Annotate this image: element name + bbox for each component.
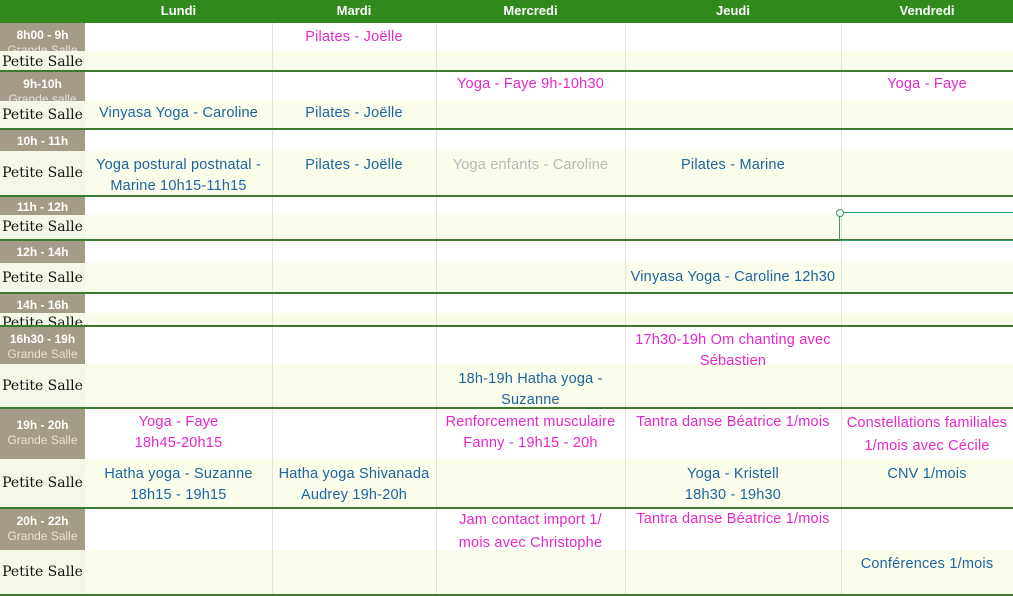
event-cell[interactable]: 18h-19h Hatha yoga - Suzanne xyxy=(436,369,625,407)
header-day-lundi[interactable]: Lundi xyxy=(85,0,272,23)
time-range: 11h - 12h xyxy=(16,200,69,214)
time-label: 16h30 - 19h Grande Salle xyxy=(0,327,85,364)
time-range: 20h - 22h xyxy=(16,514,69,528)
event-line: Yoga postural postnatal - xyxy=(96,157,261,173)
row-bg xyxy=(85,51,1013,70)
room-name: Grande Salle xyxy=(7,433,78,447)
header-corner xyxy=(0,0,85,23)
row-separator xyxy=(0,292,1013,294)
event-line: 1/mois avec Cécile xyxy=(864,438,990,454)
row-bg xyxy=(85,241,1013,263)
time-label: 11h - 12h xyxy=(0,197,85,215)
row-bg xyxy=(85,327,1013,364)
event-line: Yoga - Kristell xyxy=(687,466,779,482)
row-separator xyxy=(0,128,1013,130)
time-range: 9h-10h xyxy=(23,77,62,91)
selection-handle[interactable] xyxy=(836,209,844,217)
event-line: 18h-19h Hatha yoga - xyxy=(458,371,603,387)
event-cell[interactable]: CNV 1/mois xyxy=(841,464,1013,485)
event-cell[interactable]: Yoga enfants - Caroline xyxy=(436,155,625,176)
room-name: Grande Salle xyxy=(7,529,78,543)
event-cell[interactable]: Yoga - Faye 9h-10h30 xyxy=(436,74,625,95)
event-cell[interactable]: Yoga postural postnatal - Marine 10h15-1… xyxy=(85,155,272,197)
row-separator xyxy=(0,70,1013,72)
event-cell[interactable]: Tantra danse Béatrice 1/mois xyxy=(625,412,841,433)
room-name: Grande salle xyxy=(8,92,77,101)
event-line: Yoga - Faye xyxy=(138,414,219,430)
event-cell[interactable]: Pilates - Marine xyxy=(625,155,841,176)
time-label: 10h - 11h xyxy=(0,130,85,151)
event-cell[interactable]: Jam contact import 1/ mois avec Christop… xyxy=(436,509,625,555)
event-line: 18h30 - 19h30 xyxy=(684,487,782,503)
row-separator xyxy=(0,407,1013,409)
room-label: Petite Salle xyxy=(0,51,85,70)
time-label: 19h - 20h Grande Salle xyxy=(0,409,85,459)
event-cell[interactable]: Yoga - Faye xyxy=(841,74,1013,97)
time-range: 14h - 16h xyxy=(16,298,69,312)
header-day-jeudi[interactable]: Jeudi xyxy=(625,0,841,23)
event-cell[interactable]: Vinyasa Yoga - Caroline xyxy=(85,103,272,124)
time-range: 8h00 - 9h xyxy=(16,28,69,42)
room-label: Petite Salle xyxy=(0,550,85,594)
event-cell[interactable]: Yoga - Faye 18h45-20h15 xyxy=(85,412,272,454)
room-label: Petite Salle xyxy=(0,364,85,407)
room-label: Petite Salle xyxy=(0,459,85,507)
time-label: 12h - 14h xyxy=(0,241,85,263)
event-cell[interactable]: Renforcement musculaire Fanny - 19h15 - … xyxy=(436,412,625,454)
room-label: Petite Salle xyxy=(0,215,85,239)
time-label: 14h - 16h xyxy=(0,294,85,313)
room-label: Petite Salle xyxy=(0,151,85,195)
event-cell[interactable]: Pilates - Joëlle xyxy=(272,103,436,124)
row-bg xyxy=(85,294,1013,313)
column-divider xyxy=(841,23,842,596)
room-label: Petite Salle xyxy=(0,313,85,325)
event-line: 18h15 - 19h15 xyxy=(130,487,227,503)
header-day-vendredi[interactable]: Vendredi xyxy=(841,0,1013,23)
event-line: Renforcement musculaire xyxy=(445,414,616,430)
event-cell[interactable]: 17h30-19h Om chanting avec Sébastien xyxy=(625,330,841,366)
header-day-mercredi[interactable]: Mercredi xyxy=(436,0,625,23)
event-line: Suzanne xyxy=(501,392,560,407)
row-bg xyxy=(85,23,1013,51)
time-range: 12h - 14h xyxy=(16,245,69,259)
row-separator xyxy=(0,325,1013,327)
event-line: Hatha yoga - Suzanne xyxy=(104,466,253,482)
row-bg xyxy=(85,130,1013,151)
event-cell[interactable]: Tantra danse Béatrice 1/mois xyxy=(625,509,841,530)
event-line: Hatha yoga Shivanada xyxy=(278,466,430,482)
event-line: Audrey 19h-20h xyxy=(301,487,407,503)
event-line: Jam contact import 1/ xyxy=(459,512,602,528)
room-name: Grande Salle xyxy=(7,347,78,361)
event-line: 18h45-20h15 xyxy=(134,435,223,451)
room-name: Grande Salle xyxy=(7,43,78,51)
event-line: mois avec Christophe xyxy=(458,535,603,551)
event-cell[interactable]: Constellations familiales 1/mois avec Cé… xyxy=(841,412,1013,458)
event-cell[interactable]: Conférences 1/mois xyxy=(841,554,1013,575)
event-line: Constellations familiales xyxy=(846,415,1008,431)
row-bg xyxy=(85,313,1013,325)
time-label: 8h00 - 9h Grande Salle xyxy=(0,23,85,51)
time-label: 9h-10h Grande salle xyxy=(0,72,85,101)
event-cell[interactable]: Yoga - Kristell 18h30 - 19h30 xyxy=(625,464,841,506)
event-line: 17h30-19h Om chanting avec xyxy=(635,332,831,348)
event-line: Marine 10h15-11h15 xyxy=(110,178,247,194)
event-line: Sébastien xyxy=(699,353,767,366)
room-label: Petite Salle xyxy=(0,263,85,292)
time-range: 10h - 11h xyxy=(16,134,69,148)
event-cell[interactable]: Hatha yoga - Suzanne 18h15 - 19h15 xyxy=(85,464,272,506)
row-bg xyxy=(85,263,1013,292)
room-label: Petite Salle xyxy=(0,101,85,128)
event-cell[interactable]: Hatha yoga Shivanada Audrey 19h-20h xyxy=(272,464,436,506)
time-label: 20h - 22h Grande Salle xyxy=(0,509,85,550)
selected-cell[interactable] xyxy=(836,209,1013,241)
event-cell[interactable]: Pilates - Joëlle xyxy=(272,155,436,176)
time-range: 19h - 20h xyxy=(16,418,69,432)
event-line: Fanny - 19h15 - 20h xyxy=(463,435,598,451)
event-cell[interactable]: Vinyasa Yoga - Caroline 12h30 xyxy=(625,267,841,288)
schedule-table: Lundi Mardi Mercredi Jeudi Vendredi 8h00… xyxy=(0,0,1013,596)
time-range: 16h30 - 19h xyxy=(9,332,76,346)
header-day-mardi[interactable]: Mardi xyxy=(272,0,436,23)
event-cell[interactable]: Pilates - Joëlle xyxy=(272,27,436,48)
